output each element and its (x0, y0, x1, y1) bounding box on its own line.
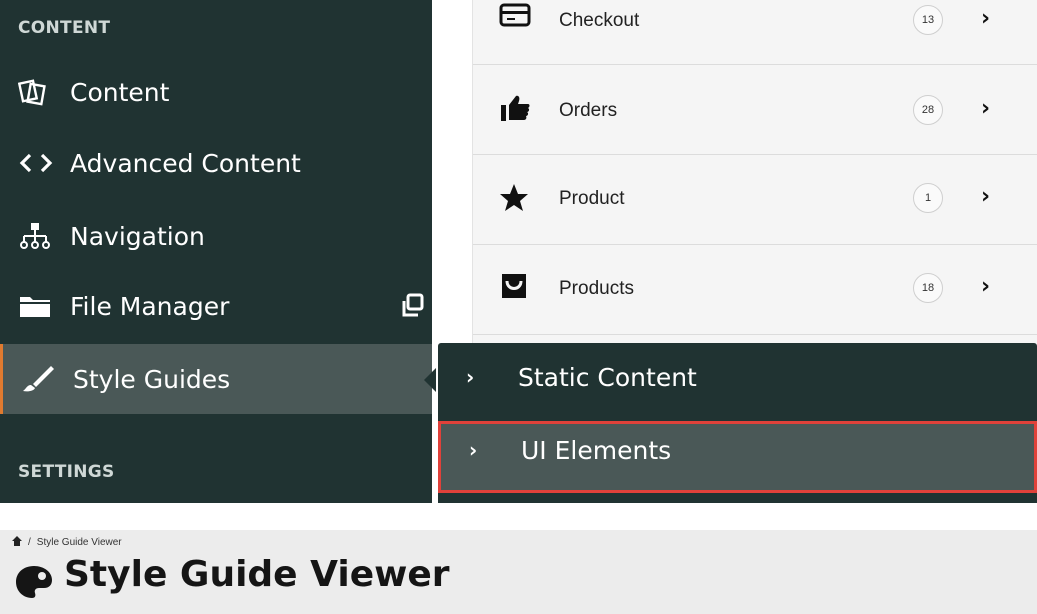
section-label-content: CONTENT (18, 18, 111, 38)
list-item-products[interactable]: Products 18 › (473, 245, 1037, 335)
count-badge: 18 (913, 273, 943, 303)
credit-card-icon (499, 3, 531, 33)
list-item-product[interactable]: Product 1 › (473, 155, 1037, 245)
breadcrumb-separator: / (28, 537, 31, 548)
sidebar-item-file-manager[interactable]: File Manager (0, 271, 432, 341)
folder-icon (18, 291, 54, 321)
sidebar-item-content[interactable]: Content (0, 57, 432, 127)
sidebar-item-navigation[interactable]: Navigation (0, 201, 432, 271)
flyout-item-label: UI Elements (521, 436, 672, 465)
category-list-panel: Checkout 13 › Orders 28 › Product 1 › Pr… (472, 0, 1037, 345)
sidebar-item-label: Content (70, 77, 170, 107)
breadcrumb: / Style Guide Viewer (12, 536, 122, 549)
paintbrush-icon (21, 364, 57, 394)
list-item-orders[interactable]: Orders 28 › (473, 65, 1037, 155)
shopping-bag-icon (499, 271, 531, 301)
count-badge: 13 (913, 5, 943, 35)
list-item-label: Product (559, 188, 625, 209)
chevron-right-icon: › (469, 438, 478, 462)
sidebar-item-label: Navigation (70, 221, 205, 251)
list-item-label: Products (559, 278, 634, 299)
sidebar-item-advanced-content[interactable]: Advanced Content (0, 128, 432, 198)
list-item-label: Orders (559, 100, 618, 121)
external-window-icon[interactable] (400, 293, 426, 319)
sidebar-item-style-guides[interactable]: Style Guides (0, 344, 432, 414)
chevron-right-icon: › (466, 365, 475, 389)
sidebar-item-label: Style Guides (73, 364, 231, 394)
style-guides-flyout-menu: › Static Content › UI Elements (438, 343, 1037, 503)
chevron-right-icon: › (981, 6, 991, 31)
page-title: Style Guide Viewer (64, 554, 450, 595)
section-label-settings: SETTINGS (18, 462, 115, 482)
palette-icon (14, 562, 54, 602)
documents-icon (18, 77, 54, 107)
star-icon (499, 183, 531, 213)
count-badge: 28 (913, 95, 943, 125)
home-icon[interactable] (12, 536, 22, 549)
list-item-checkout[interactable]: Checkout 13 › (473, 0, 1037, 65)
chevron-right-icon: › (981, 274, 991, 299)
flyout-item-ui-elements[interactable]: › UI Elements (438, 421, 1037, 493)
chevron-right-icon: › (981, 184, 991, 209)
code-brackets-icon (18, 148, 54, 178)
sidebar-item-label: File Manager (70, 291, 230, 321)
chevron-right-icon: › (981, 96, 991, 121)
flyout-item-label: Static Content (518, 363, 697, 392)
list-item-label: Checkout (559, 10, 640, 31)
sidebar-item-label: Advanced Content (70, 148, 301, 178)
thumbs-up-icon (499, 93, 531, 123)
category-list: Checkout 13 › Orders 28 › Product 1 › Pr… (432, 0, 1037, 345)
flyout-item-static-content[interactable]: › Static Content (438, 343, 1037, 415)
breadcrumb-current: Style Guide Viewer (36, 537, 122, 548)
sitemap-icon (18, 221, 54, 251)
flyout-pointer (424, 368, 436, 392)
sidebar: CONTENT Content Advanced Content Navigat… (0, 0, 432, 503)
page-header: / Style Guide Viewer Style Guide Viewer (0, 530, 1037, 614)
count-badge: 1 (913, 183, 943, 213)
